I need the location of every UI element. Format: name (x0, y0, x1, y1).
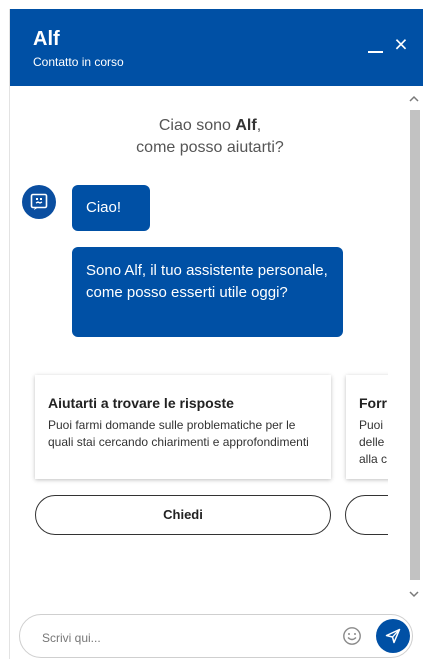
welcome-prefix: Ciao sono (158, 117, 236, 134)
welcome-question: come posso aiutarti? (136, 139, 284, 156)
card-title: Aiutarti a trovare le risposte (48, 395, 234, 411)
chevron-up-icon[interactable] (409, 94, 419, 104)
suggestion-card: Forr Puoi delle alla c (346, 375, 388, 479)
chat-status: Contatto in corso (33, 55, 124, 69)
chevron-down-icon[interactable] (409, 589, 419, 599)
emoji-icon[interactable] (342, 626, 362, 646)
ask-button[interactable]: Chiedi (35, 495, 331, 535)
welcome-message: Ciao sono Alf, come posso aiutarti? (60, 115, 360, 159)
close-icon[interactable]: × (391, 33, 411, 56)
card-description: Puoi delle alla c (359, 418, 388, 466)
card-action-button[interactable] (345, 495, 388, 535)
minimize-icon[interactable] (366, 34, 386, 54)
bot-message: Ciao! (72, 185, 150, 231)
chat-title: Alf (33, 28, 60, 50)
welcome-comma: , (256, 117, 262, 134)
message-input[interactable] (40, 627, 324, 649)
suggestion-card: Aiutarti a trovare le risposte Puoi farm… (35, 375, 331, 479)
robot-icon (22, 185, 56, 219)
bot-message: Sono Alf, il tuo assistente personale, c… (72, 247, 343, 337)
scroll-thumb[interactable] (410, 110, 420, 580)
card-description: Puoi farmi domande sulle problematiche p… (48, 418, 309, 449)
chat-header: Alf Contatto in corso × (10, 9, 423, 86)
suggestion-carousel: Aiutarti a trovare le risposte Puoi farm… (10, 369, 388, 559)
welcome-bot-name: Alf (235, 117, 257, 134)
card-title: Forr (359, 395, 387, 411)
chat-widget: Alf Contatto in corso × Ciao sono Alf, c… (9, 9, 423, 659)
scrollbar[interactable] (405, 86, 423, 605)
message-composer (19, 614, 413, 658)
send-icon[interactable] (376, 619, 410, 653)
